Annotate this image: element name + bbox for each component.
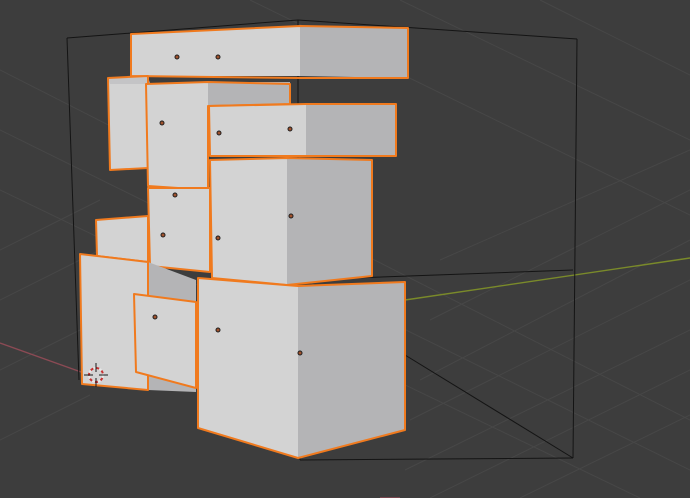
cube-front-large[interactable] (197, 277, 406, 459)
origin-dot (172, 192, 178, 198)
cube-top-slab[interactable] (130, 25, 409, 79)
cube-right-slab[interactable] (208, 103, 397, 157)
y-axis-line (404, 257, 690, 301)
cube-center-lower[interactable] (133, 293, 197, 389)
viewport-canvas[interactable] (0, 0, 690, 498)
cube-back-left[interactable] (107, 75, 150, 171)
origin-dot (297, 350, 303, 356)
origin-dot (216, 130, 222, 136)
origin-dot (215, 54, 221, 60)
cube-left-small[interactable] (95, 215, 149, 263)
cube-middle[interactable] (147, 187, 211, 273)
origin-dot (160, 232, 166, 238)
origin-dot (152, 314, 158, 320)
origin-dot (215, 327, 221, 333)
origin-dot (287, 126, 293, 132)
origin-dot (215, 235, 221, 241)
origin-dot (174, 54, 180, 60)
3d-viewport[interactable] (0, 0, 690, 498)
cube-right-mid[interactable] (209, 157, 373, 286)
origin-dot (288, 213, 294, 219)
origin-dot (159, 120, 165, 126)
